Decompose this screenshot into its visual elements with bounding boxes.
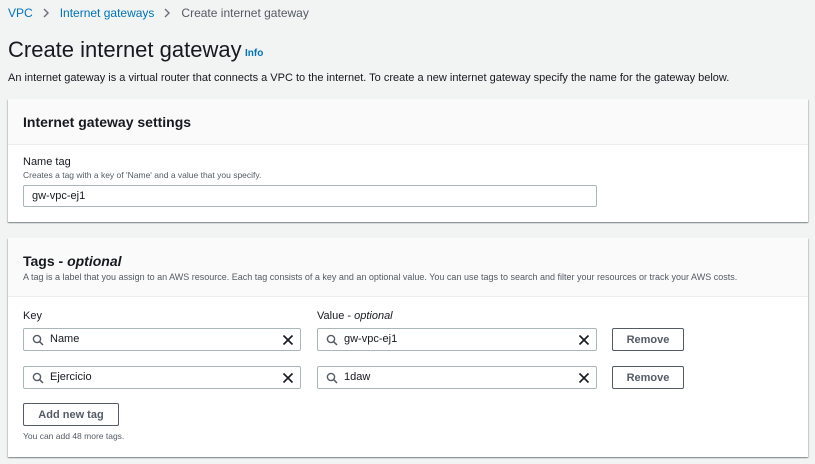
tag-key-value: Name <box>50 333 80 345</box>
search-icon <box>326 334 338 346</box>
tags-panel-title: Tags - optional <box>23 253 122 269</box>
tag-value-value: 1daw <box>344 371 371 383</box>
name-tag-label: Name tag <box>23 156 71 168</box>
tags-remaining-hint: You can add 48 more tags. <box>23 431 125 441</box>
key-column-label: Key <box>23 310 42 322</box>
close-icon[interactable] <box>578 372 590 384</box>
remove-tag-button[interactable]: Remove <box>612 366 684 389</box>
tags-title-text: Tags - <box>23 253 68 269</box>
tags-panel: Tags - optional A tag is a label that yo… <box>8 238 808 457</box>
search-icon <box>32 334 44 346</box>
search-icon <box>32 372 44 384</box>
chevron-right-icon <box>43 6 50 21</box>
close-icon[interactable] <box>282 372 294 384</box>
tag-value-value: gw-vpc-ej1 <box>344 333 398 345</box>
tag-value-input[interactable]: gw-vpc-ej1 <box>317 328 597 351</box>
tags-panel-subtitle: A tag is a label that you assign to an A… <box>23 272 738 282</box>
breadcrumb-current: Create internet gateway <box>181 6 309 20</box>
info-link[interactable]: Info <box>245 48 263 59</box>
add-new-tag-button[interactable]: Add new tag <box>23 403 119 426</box>
value-label-text: Value - <box>317 310 355 322</box>
value-label-optional: optional <box>354 310 393 322</box>
name-tag-input[interactable] <box>23 185 597 207</box>
settings-panel: Internet gateway settings Name tag Creat… <box>8 99 808 222</box>
page-description: An internet gateway is a virtual router … <box>8 72 730 84</box>
tag-value-input[interactable]: 1daw <box>317 366 597 389</box>
tags-title-optional: optional <box>67 253 122 269</box>
close-icon[interactable] <box>578 334 590 346</box>
chevron-right-icon <box>164 6 171 21</box>
breadcrumb: VPC Internet gateways Create internet ga… <box>8 5 309 21</box>
value-column-label: Value - optional <box>317 310 393 322</box>
tags-panel-header: Tags - optional A tag is a label that yo… <box>8 238 808 297</box>
breadcrumb-internet-gateways[interactable]: Internet gateways <box>60 6 155 20</box>
tag-key-input[interactable]: Name <box>23 328 301 351</box>
remove-tag-button[interactable]: Remove <box>612 328 684 351</box>
tag-key-input[interactable]: Ejercicio <box>23 366 301 389</box>
page-title: Create internet gateway <box>8 37 242 62</box>
tag-key-value: Ejercicio <box>50 371 92 383</box>
close-icon[interactable] <box>282 334 294 346</box>
breadcrumb-vpc[interactable]: VPC <box>8 6 33 20</box>
settings-panel-title: Internet gateway settings <box>23 114 192 130</box>
name-tag-description: Creates a tag with a key of 'Name' and a… <box>23 170 262 180</box>
search-icon <box>326 372 338 384</box>
settings-panel-header: Internet gateway settings <box>8 99 808 145</box>
